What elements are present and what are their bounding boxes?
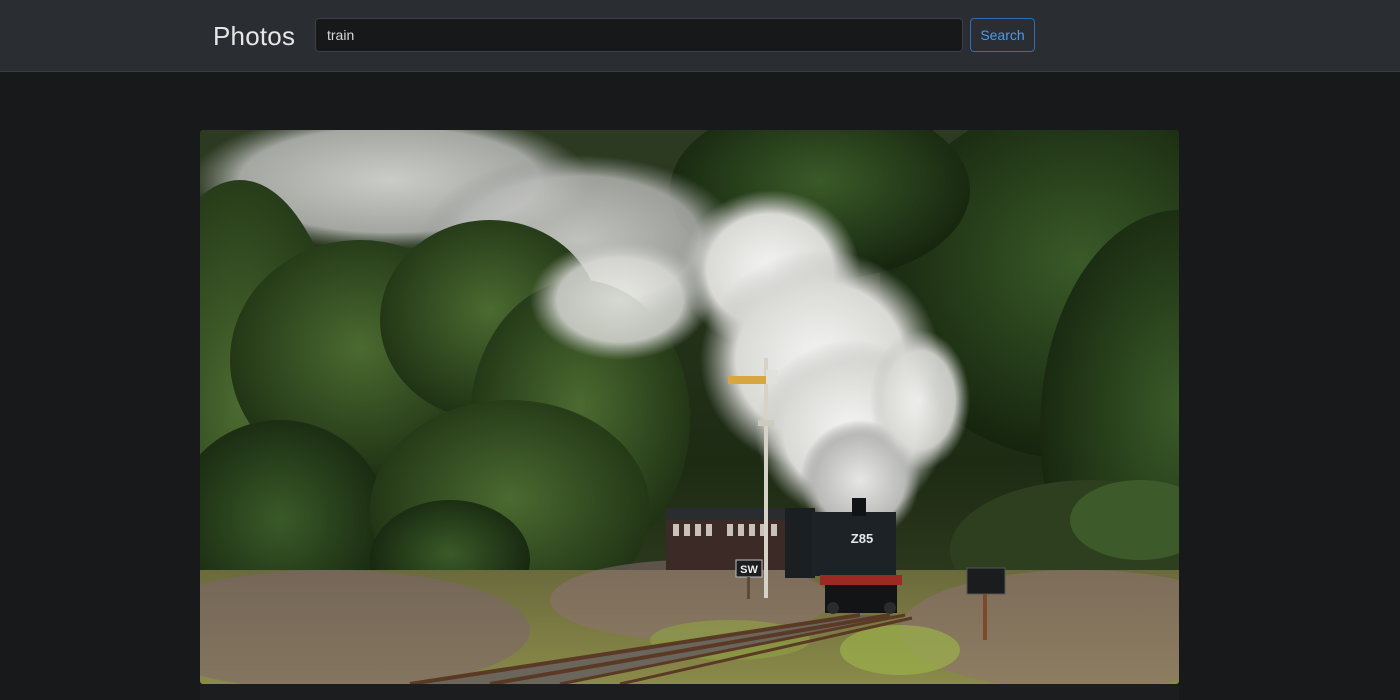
search-input[interactable] [315, 18, 963, 52]
photo-image[interactable]: Z85 SW [200, 130, 1179, 684]
signal-plate-text: SW [740, 564, 758, 576]
photo-result-card[interactable]: Z85 SW [200, 130, 1179, 684]
locomotive-number: Z85 [851, 531, 873, 546]
search-button[interactable]: Search [970, 18, 1035, 52]
card-footer [200, 684, 1179, 700]
app-brand[interactable]: Photos [213, 19, 295, 53]
top-navbar: Photos Search [0, 0, 1400, 72]
